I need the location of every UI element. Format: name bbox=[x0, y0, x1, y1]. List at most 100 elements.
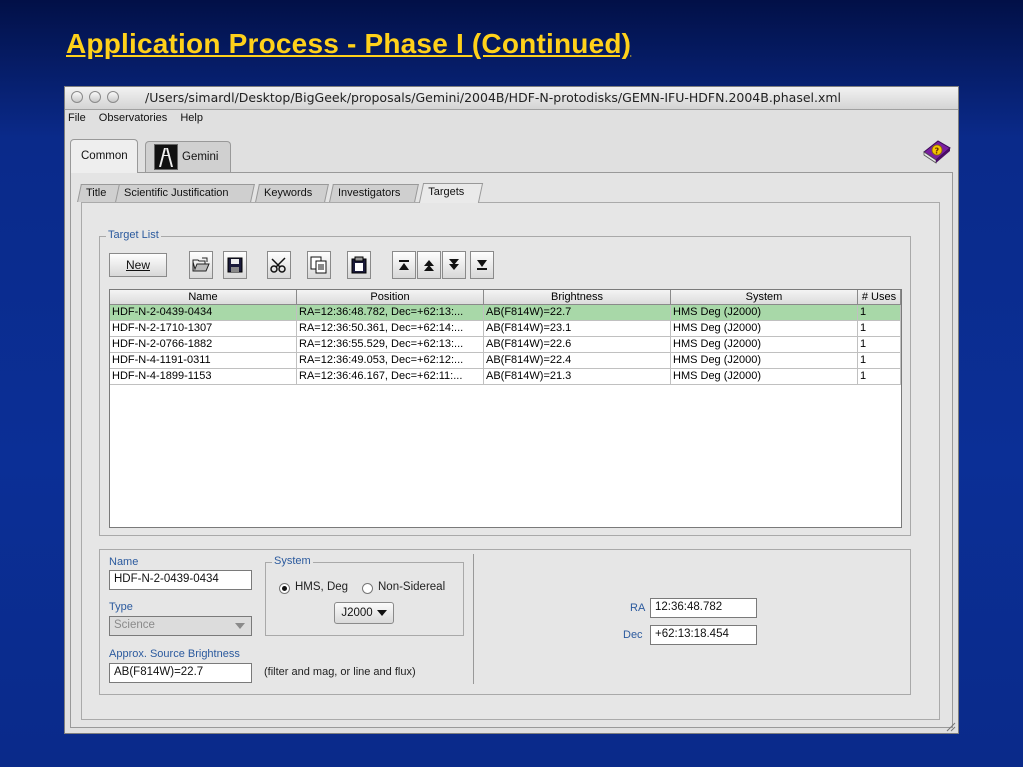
tab-gemini[interactable]: Gemini bbox=[145, 141, 231, 172]
table-row[interactable]: HDF-N-2-1710-1307 RA=12:36:50.361, Dec=+… bbox=[110, 321, 901, 337]
system-legend: System bbox=[272, 555, 313, 567]
tab-keywords[interactable]: Keywords bbox=[255, 184, 329, 202]
tab-scientific-justification-label: Scientific Justification bbox=[124, 187, 229, 199]
resize-grip-icon[interactable] bbox=[944, 719, 956, 732]
column-header-brightness[interactable]: Brightness bbox=[484, 290, 671, 304]
tab-investigators[interactable]: Investigators bbox=[329, 184, 419, 202]
vertical-divider bbox=[473, 554, 474, 684]
help-book-icon[interactable]: ? bbox=[921, 137, 953, 165]
tab-common[interactable]: Common bbox=[70, 139, 138, 173]
tab-targets[interactable]: Targets bbox=[418, 183, 484, 203]
clipboard-paste-icon bbox=[351, 256, 367, 274]
cell-name: HDF-N-4-1191-0311 bbox=[110, 353, 297, 368]
copy-icon bbox=[310, 256, 327, 274]
table-row[interactable]: HDF-N-4-1191-0311 RA=12:36:49.053, Dec=+… bbox=[110, 353, 901, 369]
cut-button[interactable] bbox=[267, 251, 291, 279]
table-row[interactable]: HDF-N-4-1899-1153 RA=12:36:46.167, Dec=+… bbox=[110, 369, 901, 385]
tab-title-label: Title bbox=[86, 187, 107, 199]
chevron-down-icon bbox=[376, 610, 387, 616]
cell-uses: 1 bbox=[858, 321, 901, 336]
dec-label: Dec bbox=[623, 629, 643, 641]
targets-panel: Target List New Name Position Brightness… bbox=[81, 202, 940, 720]
targets-table[interactable]: Name Position Brightness System # Uses H… bbox=[109, 289, 902, 528]
cell-name: HDF-N-2-1710-1307 bbox=[110, 321, 297, 336]
cell-system: HMS Deg (J2000) bbox=[671, 337, 858, 352]
menu-observatories[interactable]: Observatories bbox=[99, 112, 167, 124]
column-header-name[interactable]: Name bbox=[110, 290, 297, 304]
scissors-icon bbox=[270, 257, 286, 273]
table-header: Name Position Brightness System # Uses bbox=[110, 290, 901, 305]
cell-system: HMS Deg (J2000) bbox=[671, 369, 858, 384]
cell-position: RA=12:36:55.529, Dec=+62:13:... bbox=[297, 337, 484, 352]
cell-position: RA=12:36:49.053, Dec=+62:12:... bbox=[297, 353, 484, 368]
move-down-icon bbox=[449, 259, 459, 270]
minimize-window-button[interactable] bbox=[89, 91, 101, 103]
cell-brightness: AB(F814W)=22.4 bbox=[484, 353, 671, 368]
column-header-position[interactable]: Position bbox=[297, 290, 484, 304]
brightness-input[interactable]: AB(F814W)=22.7 bbox=[109, 663, 252, 683]
cell-name: HDF-N-4-1899-1153 bbox=[110, 369, 297, 384]
open-button[interactable] bbox=[189, 251, 213, 279]
cell-brightness: AB(F814W)=22.6 bbox=[484, 337, 671, 352]
target-list-group: Target List New Name Position Brightness… bbox=[99, 229, 911, 536]
move-down-button[interactable] bbox=[442, 251, 466, 279]
cell-uses: 1 bbox=[858, 305, 901, 320]
chevron-down-icon bbox=[235, 623, 245, 629]
move-up-button[interactable] bbox=[417, 251, 441, 279]
floppy-disk-icon bbox=[227, 257, 243, 273]
tab-common-label: Common bbox=[81, 150, 128, 162]
menu-help[interactable]: Help bbox=[180, 112, 203, 124]
type-select-value: Science bbox=[114, 619, 155, 631]
slide-title: Application Process - Phase I (Continued… bbox=[66, 28, 632, 59]
move-up-icon bbox=[424, 260, 434, 271]
tab-scientific-justification[interactable]: Scientific Justification bbox=[115, 184, 255, 202]
brightness-label: Approx. Source Brightness bbox=[109, 648, 240, 660]
ra-input[interactable]: 12:36:48.782 bbox=[650, 598, 757, 618]
cell-name: HDF-N-2-0766-1882 bbox=[110, 337, 297, 352]
target-detail-group: Name HDF-N-2-0439-0434 Type Science Appr… bbox=[99, 549, 911, 695]
radio-non-sidereal[interactable] bbox=[362, 583, 373, 594]
cell-uses: 1 bbox=[858, 337, 901, 352]
target-list-legend: Target List bbox=[106, 229, 161, 241]
move-to-top-button[interactable] bbox=[392, 251, 416, 279]
system-group: System HMS, Deg Non-Sidereal J2000 bbox=[265, 555, 464, 636]
epoch-select[interactable]: J2000 bbox=[334, 602, 394, 624]
column-header-uses[interactable]: # Uses bbox=[858, 290, 901, 304]
window-titlebar: /Users/simardl/Desktop/BigGeek/proposals… bbox=[65, 87, 958, 110]
column-header-system[interactable]: System bbox=[671, 290, 858, 304]
type-label: Type bbox=[109, 601, 133, 613]
app-window: /Users/simardl/Desktop/BigGeek/proposals… bbox=[64, 86, 959, 734]
gemini-logo-icon bbox=[154, 144, 178, 170]
table-row[interactable]: HDF-N-2-0439-0434 RA=12:36:48.782, Dec=+… bbox=[110, 305, 901, 321]
radio-hms-deg[interactable] bbox=[279, 583, 290, 594]
brightness-hint: (filter and mag, or line and flux) bbox=[264, 666, 416, 678]
cell-uses: 1 bbox=[858, 353, 901, 368]
type-select[interactable]: Science bbox=[109, 616, 252, 636]
paste-button[interactable] bbox=[347, 251, 371, 279]
cell-system: HMS Deg (J2000) bbox=[671, 321, 858, 336]
cell-position: RA=12:36:50.361, Dec=+62:14:... bbox=[297, 321, 484, 336]
menu-file[interactable]: File bbox=[68, 112, 86, 124]
close-window-button[interactable] bbox=[71, 91, 83, 103]
ra-label: RA bbox=[630, 602, 646, 614]
tab-keywords-label: Keywords bbox=[264, 187, 313, 199]
tab-gemini-label: Gemini bbox=[182, 151, 219, 163]
new-button-label: New bbox=[125, 258, 150, 272]
name-label: Name bbox=[109, 556, 139, 568]
move-to-top-icon bbox=[399, 260, 409, 270]
save-button[interactable] bbox=[223, 251, 247, 279]
new-target-button[interactable]: New bbox=[109, 253, 167, 277]
epoch-select-value: J2000 bbox=[341, 607, 373, 619]
dec-input[interactable]: +62:13:18.454 bbox=[650, 625, 757, 645]
svg-text:?: ? bbox=[935, 147, 940, 156]
cell-uses: 1 bbox=[858, 369, 901, 384]
move-to-bottom-button[interactable] bbox=[470, 251, 494, 279]
zoom-window-button[interactable] bbox=[107, 91, 119, 103]
radio-hms-deg-label: HMS, Deg bbox=[295, 581, 349, 593]
cell-brightness: AB(F814W)=21.3 bbox=[484, 369, 671, 384]
copy-button[interactable] bbox=[307, 251, 331, 279]
tab-title[interactable]: Title bbox=[77, 184, 121, 202]
table-row[interactable]: HDF-N-2-0766-1882 RA=12:36:55.529, Dec=+… bbox=[110, 337, 901, 353]
target-name-input[interactable]: HDF-N-2-0439-0434 bbox=[109, 570, 252, 590]
open-folder-icon bbox=[192, 257, 210, 272]
